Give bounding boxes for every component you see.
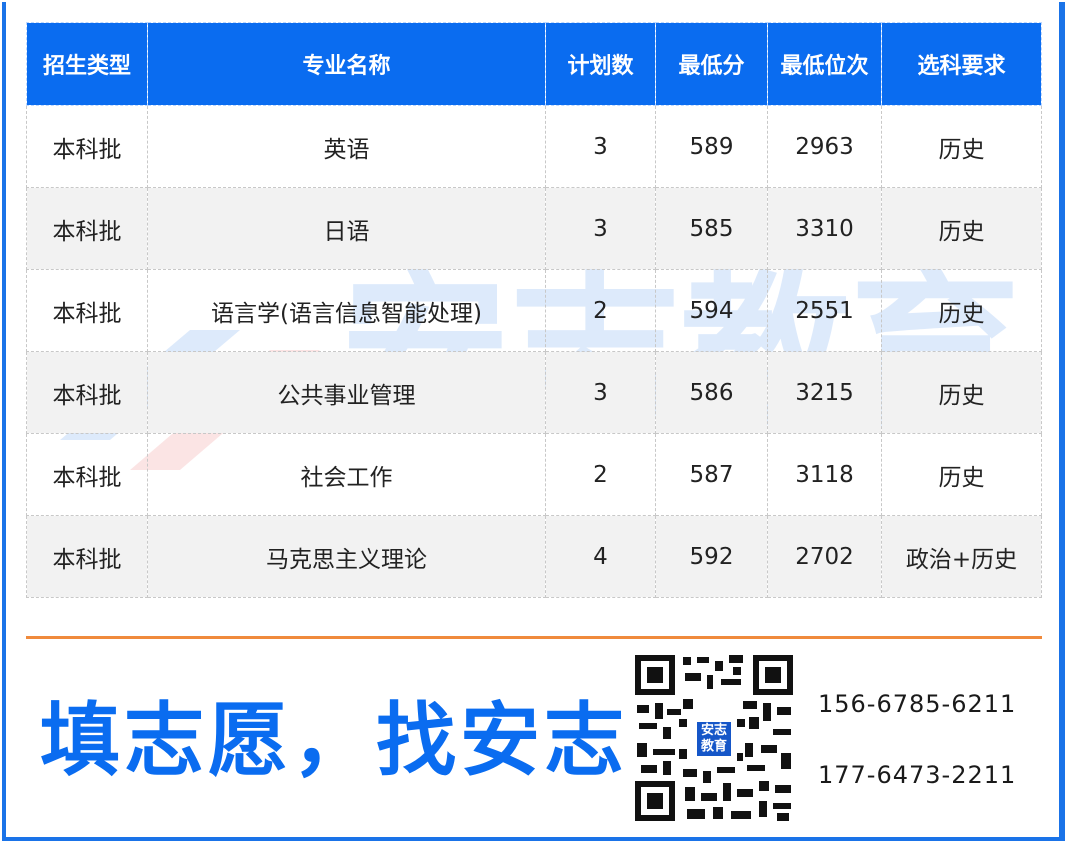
cell-min-rank: 3215 [767,351,882,434]
cell-min-score: 587 [655,433,768,516]
qr-logo-line1: 安志 [700,723,727,738]
contact-phones: 156-6785-6211 177-6473-2211 [818,688,1048,830]
table-row: 本科批 语言学(语言信息智能处理) 2 594 2551 历史 [26,269,1042,352]
cell-min-score: 592 [655,515,768,598]
table-header-row: 招生类型 专业名称 计划数 最低分 最低位次 选科要求 [26,22,1042,106]
header-admission-type: 招生类型 [26,22,148,106]
cell-min-rank: 3310 [767,187,882,270]
cell-major-name: 语言学(语言信息智能处理) [147,269,546,352]
table-row: 本科批 英语 3 589 2963 历史 [26,105,1042,188]
header-subject-requirement: 选科要求 [881,22,1042,106]
cell-min-score: 585 [655,187,768,270]
cell-subject-requirement: 历史 [881,269,1042,352]
cell-plan-count: 4 [545,515,656,598]
cell-major-name: 英语 [147,105,546,188]
cell-subject-requirement: 历史 [881,433,1042,516]
cell-major-name: 公共事业管理 [147,351,546,434]
qr-brand-logo: 安志 教育 [694,719,734,759]
cell-subject-requirement: 历史 [881,105,1042,188]
qr-logo-line2: 教育 [700,739,727,754]
cell-min-score: 586 [655,351,768,434]
cell-admission-type: 本科批 [26,433,148,516]
cell-admission-type: 本科批 [26,351,148,434]
cell-admission-type: 本科批 [26,515,148,598]
cell-admission-type: 本科批 [26,269,148,352]
cell-subject-requirement: 历史 [881,187,1042,270]
admission-score-table: 招生类型 专业名称 计划数 最低分 最低位次 选科要求 本科批 英语 3 589… [26,22,1042,598]
cell-min-score: 594 [655,269,768,352]
cell-min-rank: 2702 [767,515,882,598]
cell-major-name: 社会工作 [147,433,546,516]
cell-subject-requirement: 政治+历史 [881,515,1042,598]
cell-min-score: 589 [655,105,768,188]
cell-min-rank: 2963 [767,105,882,188]
header-min-rank: 最低位次 [767,22,882,106]
cell-admission-type: 本科批 [26,105,148,188]
header-major-name: 专业名称 [147,22,546,106]
phone-number: 177-6473-2211 [818,761,1017,789]
qr-code[interactable]: 安志 教育 [633,653,795,823]
cell-plan-count: 2 [545,269,656,352]
header-min-score: 最低分 [655,22,768,106]
orange-divider [26,636,1042,639]
header-plan-count: 计划数 [545,22,656,106]
cell-admission-type: 本科批 [26,187,148,270]
phone-number: 156-6785-6211 [818,690,1017,718]
table-row: 本科批 日语 3 585 3310 历史 [26,187,1042,270]
cell-major-name: 马克思主义理论 [147,515,546,598]
cell-plan-count: 3 [545,105,656,188]
cell-major-name: 日语 [147,187,546,270]
cell-min-rank: 3118 [767,433,882,516]
cell-plan-count: 2 [545,433,656,516]
cell-plan-count: 3 [545,351,656,434]
slogan-text: 填志愿，找安志 [40,694,628,787]
table-row: 本科批 公共事业管理 3 586 3215 历史 [26,351,1042,434]
table-row: 本科批 社会工作 2 587 3118 历史 [26,433,1042,516]
cell-plan-count: 3 [545,187,656,270]
cell-min-rank: 2551 [767,269,882,352]
table-row: 本科批 马克思主义理论 4 592 2702 政治+历史 [26,515,1042,598]
cell-subject-requirement: 历史 [881,351,1042,434]
